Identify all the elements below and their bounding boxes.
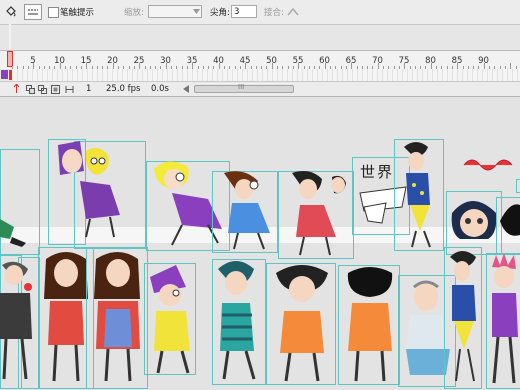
center-frame-icon[interactable] [11, 83, 22, 94]
keyframe-marker[interactable] [9, 70, 12, 80]
character-girl-blue-apron [90, 249, 146, 388]
stroke-style-icon[interactable] [24, 4, 42, 20]
join-label: 接合: [264, 8, 284, 18]
character-pink-spiky-hair [488, 253, 520, 390]
snap-hint-checkbox[interactable] [48, 7, 59, 18]
edit-multiple-frames-icon[interactable] [50, 84, 60, 94]
playhead-line [9, 24, 11, 50]
character-purple-hat-girl [146, 265, 196, 378]
current-frame: 1 [86, 84, 92, 94]
scroll-grip: III [238, 83, 245, 91]
layer-strip [0, 69, 520, 82]
corner-input[interactable]: 3 [231, 5, 257, 18]
layer-color-swatch[interactable] [1, 70, 8, 79]
paint-bucket-icon[interactable] [4, 4, 18, 18]
timeline-ruler[interactable]: 5 10 15 20 25 30 35 40 45 50 55 60 65 70 75 80 85 90 [0, 50, 520, 70]
character-blue-outfit-boy [396, 141, 444, 252]
timeline-playhead[interactable] [7, 51, 13, 67]
character-left-edge [0, 209, 30, 252]
character-gray-hair-man [0, 259, 40, 390]
timeline-scrollbar-thumb[interactable]: III [194, 83, 294, 93]
character-brown-hair-blue-dress [214, 171, 278, 254]
character-selection-box[interactable] [516, 179, 520, 193]
onion-skin-icon[interactable] [25, 84, 35, 94]
stage[interactable]: 世界 [0, 97, 520, 390]
snap-hint-label: 笔触提示 [60, 8, 95, 18]
character-orange-outfit-girl [270, 265, 334, 386]
timeline-scroll-left[interactable] [183, 85, 190, 93]
chevron-down-icon [192, 7, 201, 16]
character-back-view-orange [342, 267, 398, 386]
scale-label: 缩放: [124, 8, 144, 18]
onion-outline-icon[interactable] [37, 84, 47, 94]
character-black-hair-red-dress [282, 171, 356, 260]
red-ribbon-decoration [462, 155, 520, 178]
timeline-controls: 1 25.0 fps 0.0s III [0, 82, 520, 97]
corner-label: 尖角: [210, 8, 230, 18]
join-style-icon[interactable] [286, 5, 300, 17]
world-sign-text: 世界 [360, 163, 395, 181]
frame-rate[interactable]: 25.0 fps [106, 84, 140, 94]
character-black-hair-edge [498, 201, 520, 244]
character-teal-hair-striped [214, 259, 266, 386]
frame-track[interactable] [13, 69, 520, 81]
character-blue-outfit-boy-2 [446, 249, 482, 388]
character-girl-purple-hair [50, 141, 130, 244]
modify-markers-icon[interactable] [64, 84, 74, 94]
character-brown-hair-red-shirt [40, 249, 92, 388]
elapsed-time: 0.0s [151, 84, 169, 94]
properties-bar: 笔触提示 缩放: 尖角: 3 接合: [0, 0, 520, 25]
